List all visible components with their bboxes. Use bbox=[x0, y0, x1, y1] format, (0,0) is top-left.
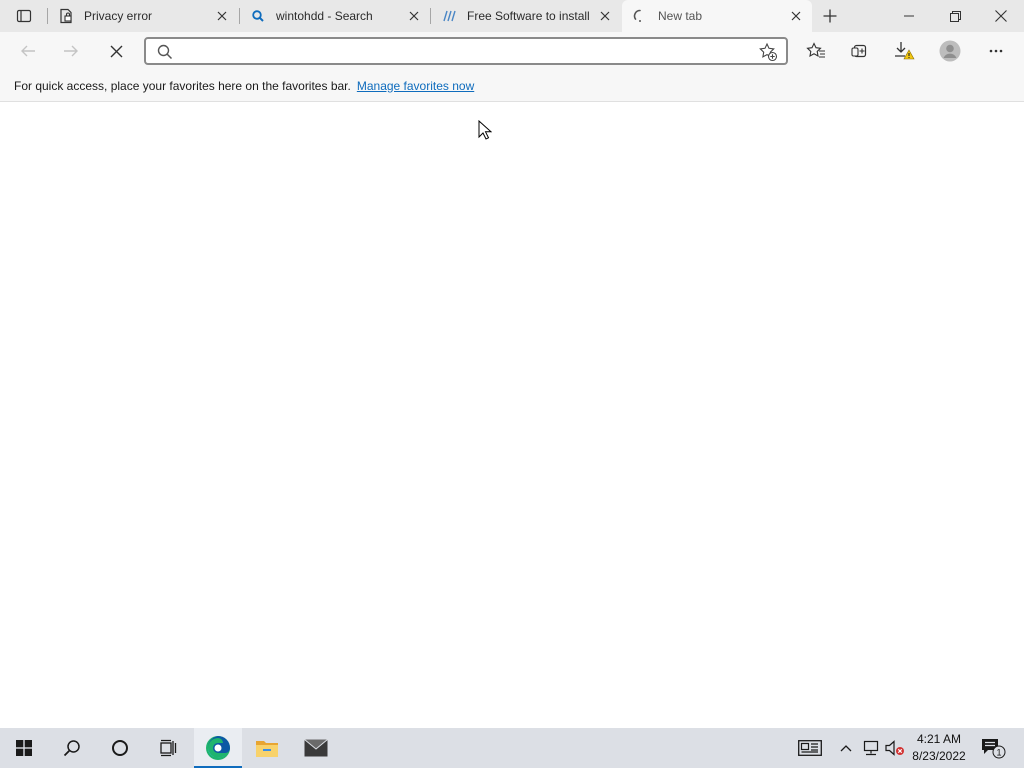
minimize-button[interactable] bbox=[886, 0, 932, 32]
back-button[interactable] bbox=[14, 37, 42, 65]
clock-time: 4:21 AM bbox=[916, 732, 962, 746]
download-warning-icon bbox=[895, 42, 915, 60]
close-tab-icon[interactable] bbox=[214, 8, 230, 24]
tab-free-software[interactable]: Free Software to install bbox=[431, 0, 621, 32]
avatar-icon bbox=[939, 40, 961, 62]
site-favicon-icon bbox=[441, 8, 457, 24]
cortana-circle-icon bbox=[112, 740, 128, 756]
taskbar: 4:21 AM 8/23/2022 1 bbox=[0, 728, 1024, 768]
address-input[interactable] bbox=[180, 41, 750, 61]
back-arrow-icon bbox=[21, 45, 35, 57]
collections-button[interactable] bbox=[846, 37, 874, 65]
taskbar-clock[interactable]: 4:21 AM 8/23/2022 bbox=[906, 731, 972, 765]
new-tab-button[interactable] bbox=[818, 4, 842, 28]
add-favorite-icon[interactable] bbox=[758, 42, 778, 62]
folder-icon bbox=[256, 741, 278, 757]
windows-logo-icon bbox=[16, 740, 32, 756]
show-hidden-icons-button[interactable] bbox=[836, 728, 856, 768]
page-content bbox=[0, 103, 1024, 728]
forward-button[interactable] bbox=[57, 37, 85, 65]
browser-toolbar bbox=[0, 32, 1024, 70]
tab-actions-icon bbox=[16, 9, 32, 23]
notification-count: 1 bbox=[996, 748, 1001, 758]
favorites-bar: For quick access, place your favorites h… bbox=[0, 70, 1024, 102]
start-button[interactable] bbox=[0, 728, 48, 768]
mail-envelope-icon bbox=[304, 739, 328, 757]
volume-button[interactable] bbox=[884, 728, 906, 768]
stop-loading-button[interactable] bbox=[102, 37, 130, 65]
chevron-up-icon bbox=[840, 745, 852, 752]
restore-icon bbox=[949, 10, 961, 22]
profile-button[interactable] bbox=[936, 37, 964, 65]
forward-arrow-icon bbox=[64, 45, 78, 57]
network-icon bbox=[863, 740, 879, 756]
close-window-button[interactable] bbox=[978, 0, 1024, 32]
notification-icon: 1 bbox=[982, 739, 1006, 759]
collections-icon bbox=[851, 44, 867, 58]
task-view-button[interactable] bbox=[144, 728, 192, 768]
task-view-icon bbox=[160, 739, 177, 757]
tab-actions-button[interactable] bbox=[8, 4, 40, 28]
mouse-cursor-icon bbox=[478, 120, 492, 140]
address-bar[interactable] bbox=[144, 37, 788, 65]
search-icon bbox=[157, 44, 173, 60]
manage-favorites-link[interactable]: Manage favorites now bbox=[357, 79, 474, 93]
mail-button[interactable] bbox=[292, 728, 340, 768]
stop-x-icon bbox=[110, 45, 122, 57]
favorites-star-icon bbox=[806, 42, 825, 58]
minimize-icon bbox=[904, 15, 914, 17]
tab-privacy-error[interactable]: Privacy error bbox=[48, 0, 238, 32]
file-explorer-button[interactable] bbox=[243, 728, 291, 768]
tab-title: Privacy error bbox=[84, 9, 153, 23]
loading-spinner-icon bbox=[632, 8, 648, 24]
action-center-button[interactable]: 1 bbox=[978, 728, 1008, 768]
search-favicon-icon bbox=[250, 8, 266, 24]
plus-icon bbox=[823, 9, 837, 23]
network-button[interactable] bbox=[860, 728, 882, 768]
downloads-button[interactable] bbox=[890, 37, 918, 65]
settings-more-button[interactable] bbox=[982, 37, 1010, 65]
close-tab-icon[interactable] bbox=[406, 8, 422, 24]
tab-title: Free Software to install bbox=[467, 9, 589, 23]
tab-wintohdd-search[interactable]: wintohdd - Search bbox=[240, 0, 430, 32]
edge-browser-icon bbox=[206, 736, 230, 760]
close-tab-icon[interactable] bbox=[597, 8, 613, 24]
favorites-button[interactable] bbox=[802, 37, 830, 65]
volume-muted-icon bbox=[885, 740, 904, 756]
favorites-bar-message: For quick access, place your favorites h… bbox=[14, 78, 351, 93]
news-icon bbox=[798, 740, 822, 756]
tab-strip: Privacy error wintohdd - Search Free Sof… bbox=[0, 0, 1024, 32]
clock-date: 8/23/2022 bbox=[912, 749, 966, 763]
restore-button[interactable] bbox=[932, 0, 978, 32]
close-tab-icon[interactable] bbox=[788, 8, 804, 24]
privacy-error-icon bbox=[58, 8, 74, 24]
tab-new-tab[interactable]: New tab bbox=[622, 0, 812, 32]
tab-title: New tab bbox=[658, 9, 703, 23]
tab-title: wintohdd - Search bbox=[276, 9, 373, 23]
search-icon bbox=[63, 740, 80, 757]
cortana-button[interactable] bbox=[96, 728, 144, 768]
taskbar-search-button[interactable] bbox=[48, 728, 96, 768]
more-dots-icon bbox=[989, 49, 1003, 53]
close-icon bbox=[995, 10, 1007, 22]
news-widget-button[interactable] bbox=[796, 728, 824, 768]
edge-taskbar-button[interactable] bbox=[194, 728, 242, 768]
